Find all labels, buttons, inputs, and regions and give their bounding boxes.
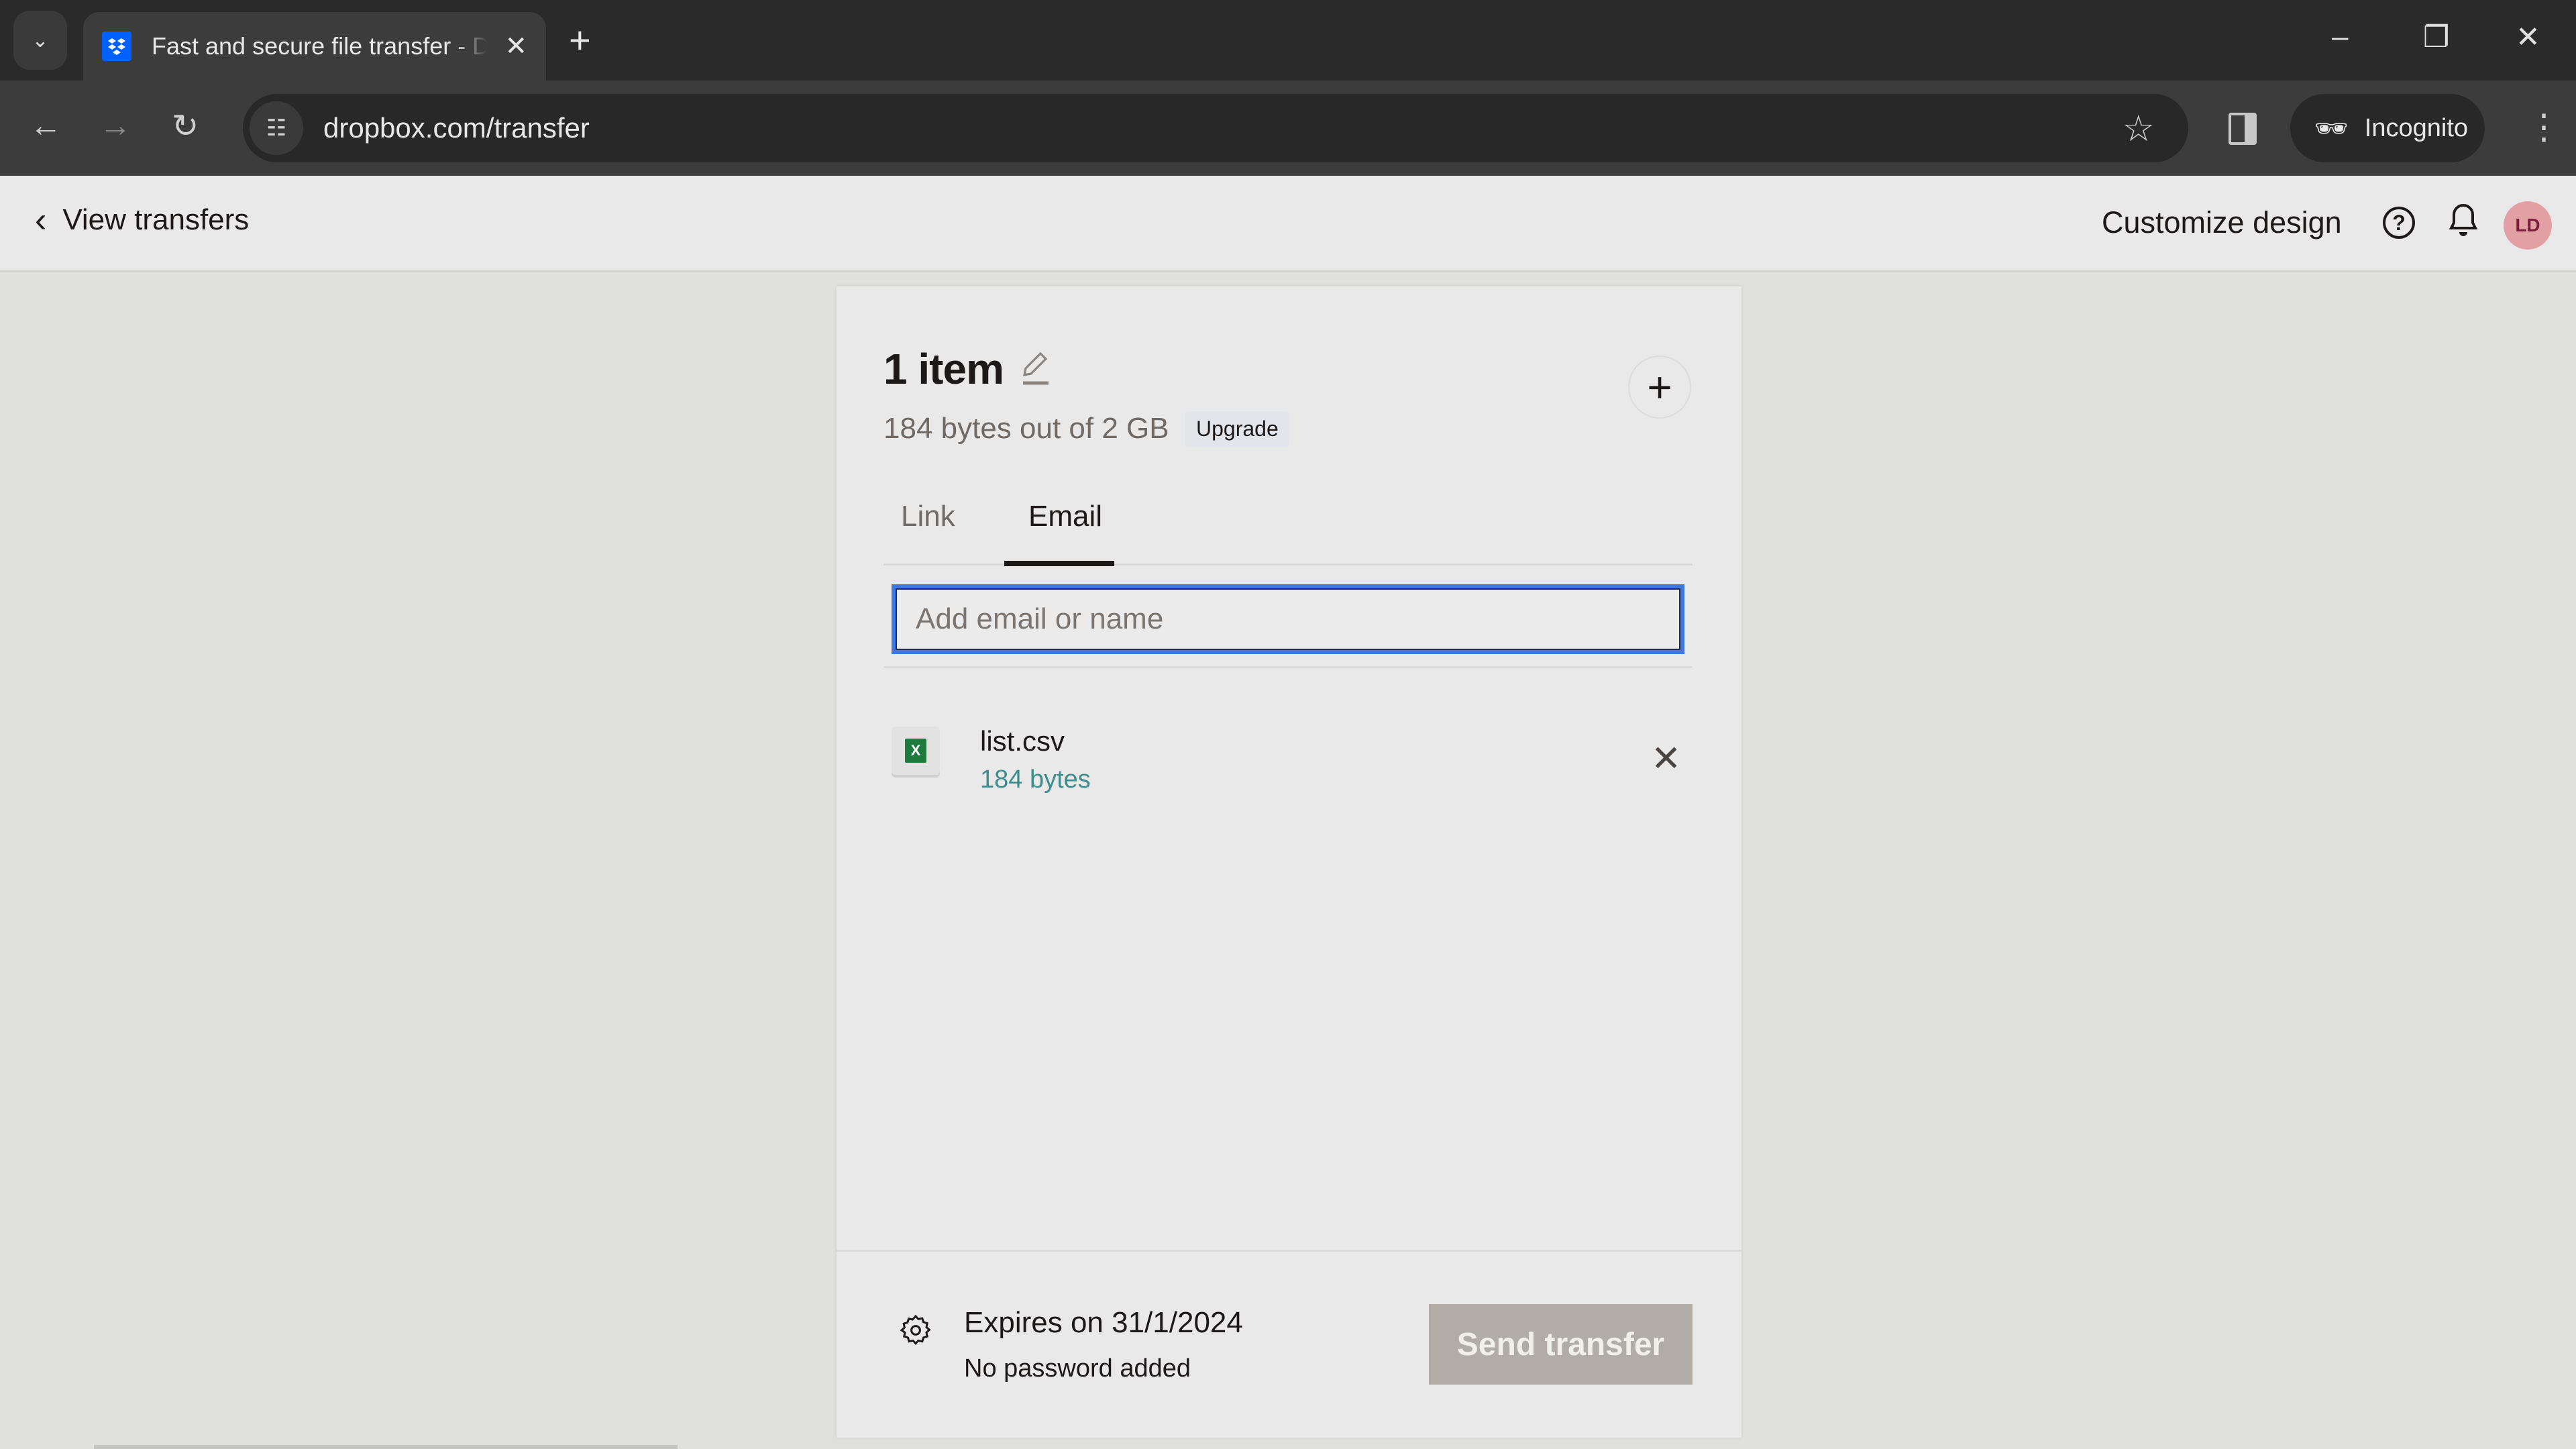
close-icon[interactable]: ✕ [1651,737,1681,780]
expiration-setting[interactable]: Expires on 31/1/2024 [964,1306,1243,1340]
close-window-icon[interactable]: ✕ [2516,20,2540,54]
tab-title: Fast and secure file transfer - Dropbox [152,32,487,60]
tune-icon[interactable]: ☷ [250,101,303,155]
plus-icon[interactable]: + [569,20,591,60]
active-tab-indicator [1004,561,1114,566]
restore-icon[interactable]: ❐ [2423,20,2449,54]
divider [837,1250,1741,1252]
send-transfer-button[interactable]: Send transfer [1429,1304,1693,1385]
arrow-right-icon[interactable]: → [99,107,131,144]
view-transfers-link[interactable]: ‹ View transfers [35,200,249,240]
tab-search-button[interactable]: ⌄ [13,11,67,70]
chevron-down-icon: ⌄ [32,29,49,52]
file-size: 184 bytes [980,765,1091,794]
reload-icon[interactable]: ↻ [172,107,199,145]
close-icon[interactable]: ✕ [504,31,527,62]
avatar-initials: LD [2515,215,2540,235]
bell-icon[interactable] [2447,203,2479,247]
transfer-card: 1 item + 184 bytes out of 2 GB Upgrade L… [837,286,1741,1438]
avatar[interactable]: LD [2504,201,2552,250]
help-icon[interactable]: ? [2383,207,2415,239]
browser-toolbar: ← → ↻ ☷ dropbox.com/transfer ☆ 🕶 Incogni… [0,80,2576,176]
incognito-indicator[interactable]: 🕶 Incognito [2290,94,2485,162]
divider [883,666,1693,668]
gear-icon[interactable] [900,1314,932,1346]
address-bar[interactable]: ☷ dropbox.com/transfer ☆ [243,94,2188,162]
tab-email[interactable]: Email [1028,500,1102,533]
spreadsheet-file-icon: X [892,727,940,775]
incognito-icon: 🕶 [2314,113,2349,144]
incognito-label: Incognito [2364,113,2469,142]
dropbox-icon [102,32,131,61]
password-setting[interactable]: No password added [964,1354,1191,1383]
side-panel-icon[interactable] [2229,113,2257,145]
add-files-button[interactable]: + [1628,356,1691,419]
customize-design-button[interactable]: Customize design [2102,205,2342,240]
pencil-icon[interactable] [1019,350,1051,387]
horizontal-scrollbar[interactable] [94,1445,678,1449]
star-icon[interactable]: ☆ [2123,107,2155,150]
file-name: list.csv [980,725,1065,757]
url-text[interactable]: dropbox.com/transfer [323,112,590,144]
chevron-left-icon: ‹ [35,201,47,239]
kebab-menu-icon[interactable]: ⋮ [2526,107,2561,148]
view-transfers-label: View transfers [62,203,250,236]
share-method-tabs: Link Email [883,488,1693,566]
minimize-icon[interactable]: – [2332,20,2348,54]
email-recipient-input[interactable] [892,584,1684,654]
transfer-title: 1 item [883,345,1004,393]
file-list-item: X list.csv 184 bytes ✕ [883,702,1693,803]
upgrade-button[interactable]: Upgrade [1185,411,1289,447]
tab-link[interactable]: Link [901,500,955,533]
browser-tab-strip: ⌄ Fast and secure file transfer - Dropbo… [0,0,2576,80]
arrow-left-icon[interactable]: ← [30,107,62,144]
app-header: ‹ View transfers Customize design ? LD [0,176,2576,272]
browser-tab[interactable]: Fast and secure file transfer - Dropbox … [83,12,546,80]
plus-icon: + [1647,363,1672,411]
storage-usage: 184 bytes out of 2 GB [883,412,1169,445]
